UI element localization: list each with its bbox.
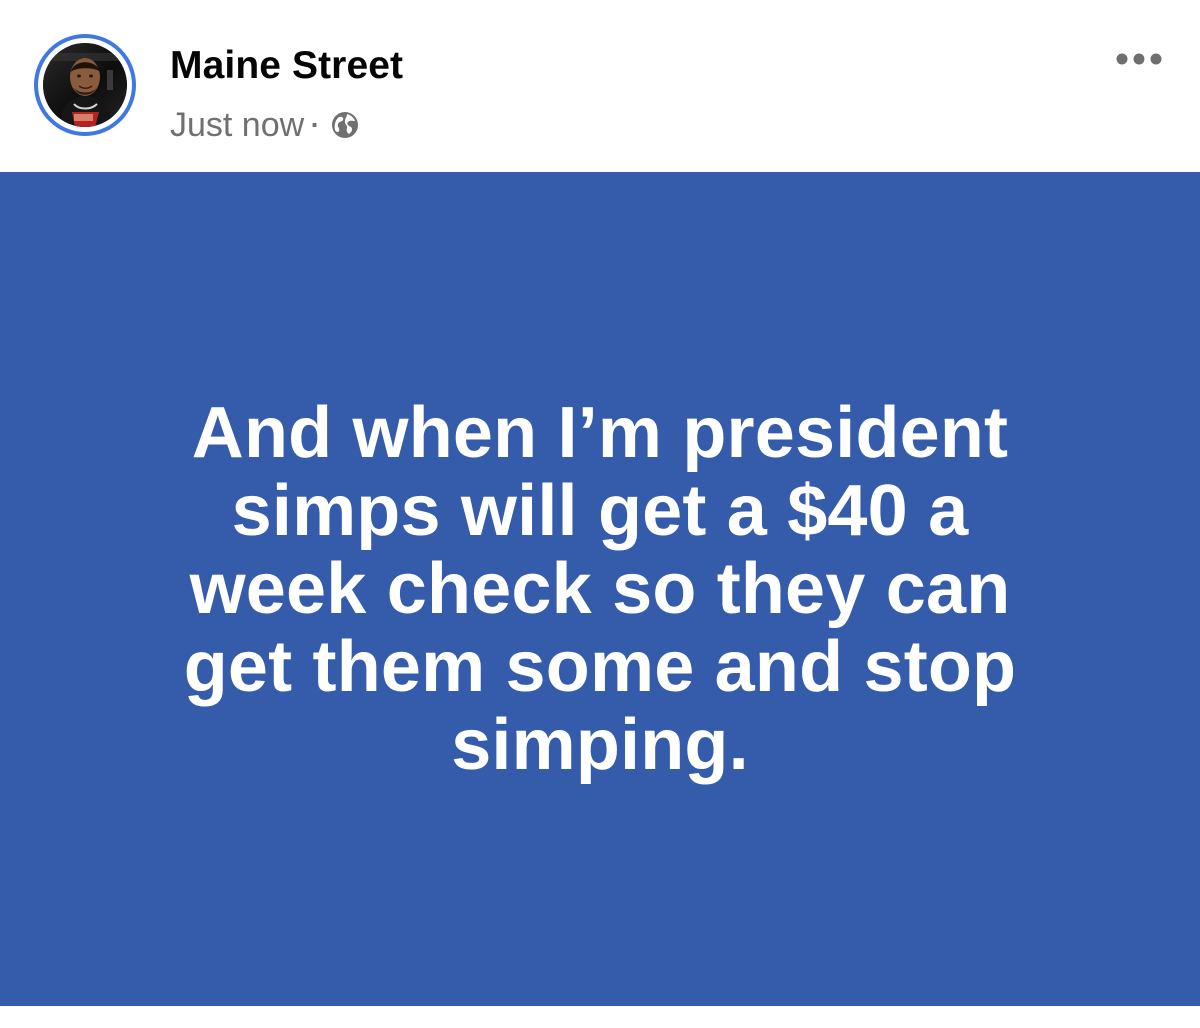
avatar-ring[interactable] bbox=[34, 34, 136, 136]
post-text: And when I’m president simps will get a … bbox=[183, 393, 1017, 785]
avatar[interactable] bbox=[43, 43, 127, 127]
globe-icon[interactable] bbox=[329, 109, 361, 141]
avatar-border bbox=[38, 38, 132, 132]
post-timestamp[interactable]: Just now bbox=[170, 104, 304, 146]
more-options-icon bbox=[1116, 53, 1162, 65]
post-meta: Just now · bbox=[170, 104, 361, 146]
post-header: Maine Street Just now · bbox=[0, 0, 1200, 172]
author-name[interactable]: Maine Street bbox=[170, 43, 403, 89]
more-options-button[interactable] bbox=[1110, 42, 1168, 76]
meta-separator: · bbox=[310, 110, 320, 140]
profile-photo bbox=[43, 43, 127, 127]
post-bottom-spacing bbox=[0, 1006, 1200, 1028]
facebook-post: Maine Street Just now · And when I’m pre… bbox=[0, 0, 1200, 1028]
status-background-card: And when I’m president simps will get a … bbox=[0, 172, 1200, 1006]
